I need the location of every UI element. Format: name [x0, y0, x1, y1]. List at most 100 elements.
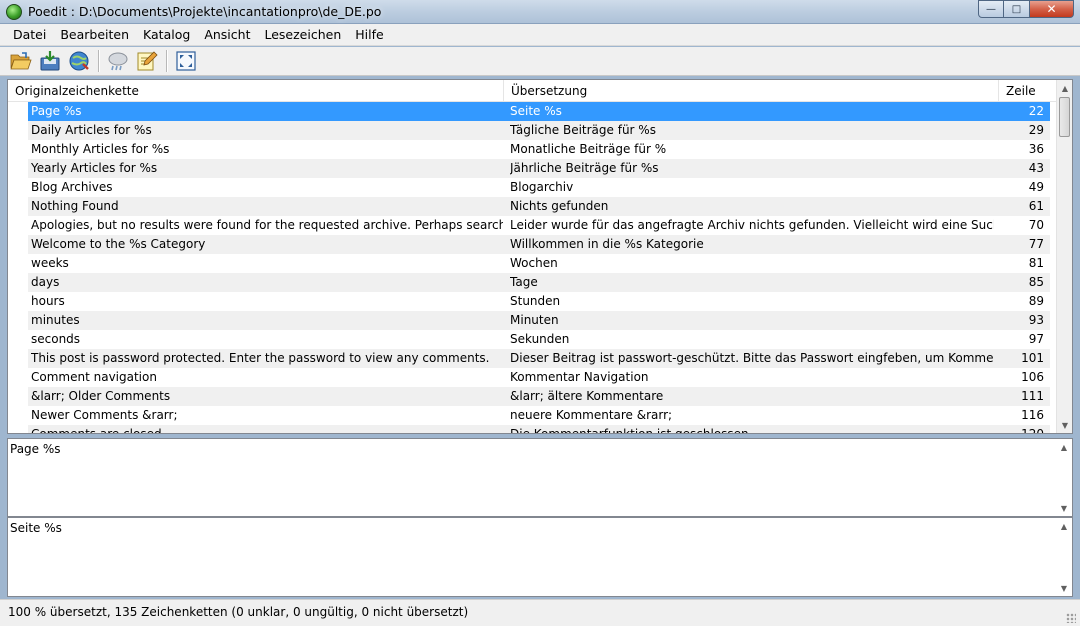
original-cell: Daily Articles for %s [31, 123, 152, 137]
original-cell: hours [31, 294, 65, 308]
translation-cell: Die Kommentarfunktion ist geschlossen. [510, 427, 753, 434]
translation-cell: Monatliche Beiträge für % [510, 142, 667, 156]
translation-cell: Sekunden [510, 332, 570, 346]
close-button[interactable]: ✕ [1030, 0, 1074, 18]
toolbar [0, 47, 1080, 76]
original-cell: &larr; Older Comments [31, 389, 171, 403]
original-cell: minutes [31, 313, 80, 327]
toolbar-separator [98, 50, 99, 72]
poedit-app-icon [6, 4, 22, 20]
source-text: Page %s [10, 442, 61, 456]
menu-hilfe[interactable]: Hilfe [348, 24, 390, 46]
original-cell: Blog Archives [31, 180, 113, 194]
validate-icon[interactable] [105, 48, 131, 74]
scroll-up-arrow-icon[interactable]: ▲ [1056, 439, 1072, 455]
menu-lesezeichen[interactable]: Lesezeichen [257, 24, 348, 46]
table-row[interactable]: Blog Archives Blogarchiv 49 [28, 178, 1050, 197]
scroll-up-arrow-icon[interactable]: ▲ [1056, 518, 1072, 534]
translation-cell: Minuten [510, 313, 559, 327]
save-icon[interactable] [37, 48, 63, 74]
table-row[interactable]: Nothing Found Nichts gefunden 61 [28, 197, 1050, 216]
menu-ansicht[interactable]: Ansicht [197, 24, 257, 46]
original-cell: This post is password protected. Enter t… [31, 351, 490, 365]
table-row[interactable]: This post is password protected. Enter t… [28, 349, 1050, 368]
original-cell: Newer Comments &rarr; [31, 408, 178, 422]
table-row[interactable]: Newer Comments &rarr; neuere Kommentare &… [28, 406, 1050, 425]
original-cell: seconds [31, 332, 81, 346]
scroll-down-arrow-icon[interactable]: ▼ [1057, 417, 1072, 433]
translation-cell: Wochen [510, 256, 558, 270]
list-scrollbar[interactable]: ▲ ▼ [1056, 80, 1072, 433]
scroll-up-arrow-icon[interactable]: ▲ [1057, 80, 1072, 96]
translation-cell: Leider wurde für das angefragte Archiv n… [510, 218, 994, 232]
line-cell: 81 [1028, 256, 1044, 270]
table-row[interactable]: Welcome to the %s Category Willkommen in … [28, 235, 1050, 254]
table-row[interactable]: Monthly Articles for %s Monatliche Beiträ… [28, 140, 1050, 159]
translation-cell: Blogarchiv [510, 180, 574, 194]
table-row[interactable]: Page %s Seite %s 22 [28, 102, 1050, 121]
open-folder-icon[interactable] [8, 48, 34, 74]
table-row[interactable]: weeks Wochen 81 [28, 254, 1050, 273]
source-text-pane[interactable]: Page %s ▲ ▼ [7, 438, 1073, 517]
translation-cell: Jährliche Beiträge für %s [510, 161, 659, 175]
update-catalog-icon[interactable] [66, 48, 92, 74]
fullscreen-icon[interactable] [173, 48, 199, 74]
line-cell: 89 [1028, 294, 1044, 308]
window-controls: — □ ✕ [978, 0, 1074, 18]
edit-comment-icon[interactable] [134, 48, 160, 74]
translation-cell: Willkommen in die %s Kategorie [510, 237, 704, 251]
line-cell: 36 [1028, 142, 1044, 156]
table-row[interactable]: Comment navigation Kommentar Navigation 10… [28, 368, 1050, 387]
status-bar: 100 % übersetzt, 135 Zeichenketten (0 un… [0, 599, 1080, 626]
table-row[interactable]: Comments are closed. Die Kommentarfunktio… [28, 425, 1050, 434]
translation-cell: Kommentar Navigation [510, 370, 649, 384]
table-row[interactable]: Apologies, but no results were found for… [28, 216, 1050, 235]
table-row[interactable]: seconds Sekunden 97 [28, 330, 1050, 349]
menu-bearbeiten[interactable]: Bearbeiten [53, 24, 136, 46]
column-header-translation[interactable]: Übersetzung [504, 80, 999, 102]
translation-scrollbar[interactable]: ▲ ▼ [1056, 518, 1072, 596]
line-cell: 77 [1028, 237, 1044, 251]
original-cell: Nothing Found [31, 199, 119, 213]
resize-grip-icon[interactable] [1066, 613, 1076, 623]
translation-cell: &larr; ältere Kommentare [510, 389, 664, 403]
scroll-down-arrow-icon[interactable]: ▼ [1056, 580, 1072, 596]
title-bar: Poedit : D:\Documents\Projekte\incantati… [0, 0, 1080, 24]
line-cell: 93 [1028, 313, 1044, 327]
menu-bar: Datei Bearbeiten Katalog Ansicht Lesezei… [0, 24, 1080, 46]
string-list[interactable]: Originalzeichenkette Übersetzung Zeile P… [7, 79, 1073, 434]
table-row[interactable]: hours Stunden 89 [28, 292, 1050, 311]
maximize-button[interactable]: □ [1004, 0, 1030, 18]
table-row[interactable]: Yearly Articles for %s Jährliche Beiträge… [28, 159, 1050, 178]
original-cell: Yearly Articles for %s [31, 161, 158, 175]
translation-cell: Nichts gefunden [510, 199, 609, 213]
menu-datei[interactable]: Datei [6, 24, 53, 46]
line-cell: 70 [1028, 218, 1044, 232]
source-scrollbar[interactable]: ▲ ▼ [1056, 439, 1072, 516]
column-header-line[interactable]: Zeile [999, 80, 1057, 102]
line-cell: 111 [1021, 389, 1044, 403]
menu-katalog[interactable]: Katalog [136, 24, 197, 46]
line-cell: 43 [1028, 161, 1044, 175]
original-cell: Comment navigation [31, 370, 157, 384]
line-cell: 22 [1028, 104, 1044, 118]
line-cell: 49 [1028, 180, 1044, 194]
translation-cell: Stunden [510, 294, 561, 308]
column-header-original[interactable]: Originalzeichenkette [8, 80, 504, 102]
line-cell: 116 [1021, 408, 1044, 422]
minimize-button[interactable]: — [978, 0, 1004, 18]
table-row[interactable]: days Tage 85 [28, 273, 1050, 292]
table-row[interactable]: &larr; Older Comments &larr; ältere Komme… [28, 387, 1050, 406]
line-cell: 61 [1028, 199, 1044, 213]
original-cell: days [31, 275, 60, 289]
translation-text[interactable]: Seite %s [10, 521, 62, 535]
original-cell: weeks [31, 256, 69, 270]
line-cell: 97 [1028, 332, 1044, 346]
table-row[interactable]: Daily Articles for %s Tägliche Beiträge f… [28, 121, 1050, 140]
table-row[interactable]: minutes Minuten 93 [28, 311, 1050, 330]
translation-text-pane[interactable]: Seite %s ▲ ▼ [7, 517, 1073, 597]
scrollbar-thumb[interactable] [1059, 97, 1070, 137]
list-header: Originalzeichenkette Übersetzung Zeile [8, 80, 1057, 102]
scroll-down-arrow-icon[interactable]: ▼ [1056, 500, 1072, 516]
translation-cell: neuere Kommentare &rarr; [510, 408, 673, 422]
